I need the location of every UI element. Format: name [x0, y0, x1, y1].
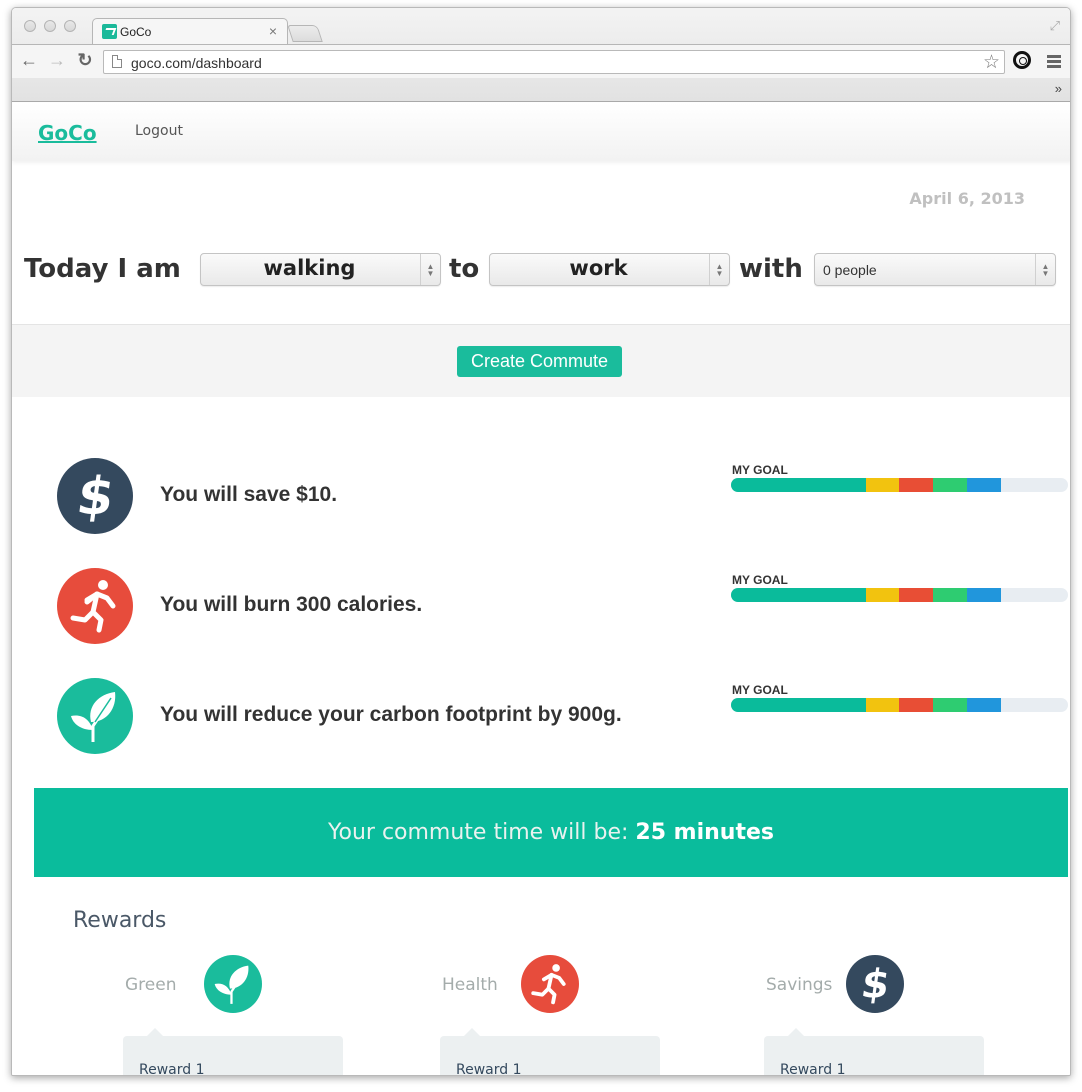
goal-segment-base: [731, 588, 866, 602]
goal-segment-green: [933, 588, 967, 602]
svg-text:$: $: [73, 467, 118, 527]
browser-tab[interactable]: GoCo ×: [92, 18, 288, 44]
goal-label: MY GOAL: [732, 463, 788, 477]
reward-card[interactable]: Reward 1: [123, 1028, 343, 1076]
connector-with: with: [739, 254, 803, 284]
reward-category-health: Health Reward 1: [440, 955, 680, 1076]
commute-form: Today I am walking ▲ ▼ to work ▲ ▼ with 0 …: [24, 253, 1064, 287]
new-tab-button[interactable]: [287, 25, 323, 42]
reward-category-green: Green Reward 1: [123, 955, 363, 1076]
back-arrow-icon[interactable]: ←: [18, 50, 40, 71]
goal-segment-base: [731, 698, 866, 712]
companions-select-value: 0 people: [823, 262, 877, 278]
goal-segment-red: [899, 478, 934, 492]
goal-segment-yellow: [865, 698, 900, 712]
hamburger-menu-icon[interactable]: [1047, 55, 1061, 70]
mode-select[interactable]: walking ▲ ▼: [200, 253, 441, 286]
reward-category-label: Savings: [766, 975, 833, 995]
select-arrows-icon: ▲ ▼: [709, 254, 729, 285]
reward-card[interactable]: Reward 1: [440, 1028, 660, 1076]
select-arrows-icon: ▲ ▼: [1035, 254, 1055, 285]
reload-icon[interactable]: ↻: [74, 50, 96, 71]
browser-chrome: GoCo × ⤢ ← → ↻ goco.com/dashboard ☆ »: [12, 8, 1070, 102]
dollar-icon: $: [846, 955, 904, 1013]
stat-text: You will reduce your carbon footprint by…: [160, 703, 622, 726]
stat-row-carbon: You will reduce your carbon footprint by…: [12, 678, 1070, 758]
goal-segment-blue: [966, 478, 1001, 492]
stat-text: You will save $10.: [160, 483, 338, 506]
close-window-button[interactable]: [24, 20, 36, 32]
current-date: April 6, 2013: [909, 189, 1025, 208]
fullscreen-icon[interactable]: ⤢: [1050, 18, 1060, 34]
goal-segment-yellow: [865, 588, 900, 602]
goal-progress-bar: [731, 698, 1068, 712]
reward-card[interactable]: Reward 1: [764, 1028, 984, 1076]
stat-row-calories: You will burn 300 calories. MY GOAL: [12, 568, 1070, 648]
destination-select[interactable]: work ▲ ▼: [489, 253, 730, 286]
goal-segment-green: [933, 478, 967, 492]
svg-text:$: $: [858, 962, 892, 1008]
commute-time-banner: Your commute time will be: 25 minutes: [34, 788, 1068, 877]
dollar-icon: $: [57, 458, 133, 534]
mode-select-value: walking: [263, 256, 356, 280]
commute-time-label: Your commute time will be:: [327, 820, 636, 845]
runner-icon: [521, 955, 579, 1013]
goco-favicon-icon: [102, 24, 117, 39]
goal-label: MY GOAL: [732, 573, 788, 587]
goal-progress-bar: [731, 478, 1068, 492]
page-icon: [112, 55, 122, 68]
url-text[interactable]: goco.com/dashboard: [131, 55, 262, 71]
goal-segment-blue: [966, 588, 1001, 602]
goal-segment-green: [933, 698, 967, 712]
bookmark-star-icon[interactable]: ☆: [983, 51, 1000, 74]
tab-close-icon[interactable]: ×: [269, 23, 277, 39]
logout-link[interactable]: Logout: [135, 123, 183, 139]
leaf-icon: [57, 678, 133, 754]
browser-window: GoCo × ⤢ ← → ↻ goco.com/dashboard ☆ » Go…: [11, 7, 1071, 1076]
runner-icon: [57, 568, 133, 644]
tab-title: GoCo: [120, 25, 152, 39]
zoom-window-button[interactable]: [64, 20, 76, 32]
goal-label: MY GOAL: [732, 683, 788, 697]
browser-toolbar: ← → ↻ goco.com/dashboard ☆: [12, 44, 1070, 78]
select-arrows-icon: ▲ ▼: [420, 254, 440, 285]
brand-logo-link[interactable]: GoCo: [38, 121, 97, 145]
commute-time-value: 25 minutes: [635, 820, 774, 845]
address-bar[interactable]: goco.com/dashboard ☆: [103, 50, 1005, 74]
action-band: Create Commute: [12, 324, 1070, 397]
goal-segment-red: [899, 698, 934, 712]
destination-select-value: work: [569, 256, 628, 280]
page-content: GoCo Logout April 6, 2013 Today I am wal…: [12, 103, 1070, 1076]
create-commute-button[interactable]: Create Commute: [457, 346, 622, 377]
goal-segment-blue: [966, 698, 1001, 712]
reward-category-label: Green: [125, 975, 177, 995]
minimize-window-button[interactable]: [44, 20, 56, 32]
leaf-icon: [204, 955, 262, 1013]
goal-progress-bar: [731, 588, 1068, 602]
more-bookmarks-icon[interactable]: »: [1055, 81, 1062, 96]
goal-segment-red: [899, 588, 934, 602]
connector-to: to: [449, 254, 480, 284]
stat-text: You will burn 300 calories.: [160, 593, 423, 616]
extension-sync-icon[interactable]: [1013, 51, 1031, 69]
reward-card-label: Reward 1: [780, 1062, 846, 1076]
rewards-heading: Rewards: [73, 908, 167, 933]
reward-category-label: Health: [442, 975, 498, 995]
reward-card-label: Reward 1: [456, 1062, 522, 1076]
reward-category-savings: Savings $ Reward 1: [764, 955, 1004, 1076]
goal-segment-yellow: [865, 478, 900, 492]
forward-arrow-icon[interactable]: →: [46, 50, 68, 71]
goal-segment-base: [731, 478, 866, 492]
bookmarks-bar: »: [12, 78, 1070, 102]
sentence-prefix: Today I am: [24, 254, 181, 284]
reward-card-label: Reward 1: [139, 1062, 205, 1076]
companions-select[interactable]: 0 people ▲ ▼: [814, 253, 1056, 286]
stat-row-savings: $ You will save $10. MY GOAL: [12, 458, 1070, 538]
navbar: GoCo Logout: [12, 103, 1070, 161]
